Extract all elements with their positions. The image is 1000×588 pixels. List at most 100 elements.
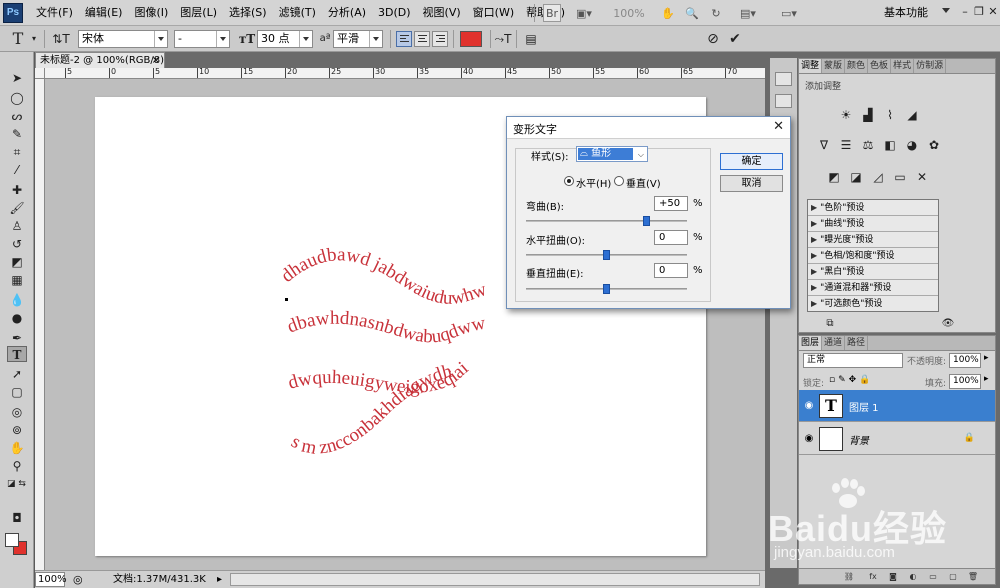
ruler-origin[interactable]: [35, 68, 45, 79]
arrange-documents-icon[interactable]: ▤▾: [735, 4, 761, 22]
default-colors-icon[interactable]: ◪ ⇆: [7, 476, 27, 492]
menu-view[interactable]: 视图(V): [417, 0, 467, 26]
horizontal-radio[interactable]: [564, 176, 574, 186]
tab-color[interactable]: 颜色: [845, 59, 869, 73]
layer-style-icon[interactable]: fx: [867, 571, 879, 582]
opacity-field[interactable]: 100%: [949, 353, 981, 368]
brush-tool-icon[interactable]: 🖌: [7, 200, 27, 216]
visibility-eye-icon[interactable]: ◉: [803, 400, 815, 411]
dodge-tool-icon[interactable]: ●: [7, 310, 27, 326]
dialog-titlebar[interactable]: 变形文字 ✕: [507, 117, 790, 139]
new-group-icon[interactable]: ▭: [927, 571, 939, 582]
menu-analysis[interactable]: 分析(A): [322, 0, 372, 26]
document-tab[interactable]: 未标题-2 @ 100%(RGB/8) ×: [35, 52, 165, 69]
eyedropper-tool-icon[interactable]: ⁄: [7, 162, 27, 178]
rotate-view-icon[interactable]: ↻: [708, 4, 724, 22]
cancel-edit-icon[interactable]: ⊘: [705, 30, 721, 48]
align-right-button[interactable]: [432, 31, 448, 47]
eraser-tool-icon[interactable]: ◩: [7, 254, 27, 270]
quick-select-tool-icon[interactable]: ✎: [7, 126, 27, 142]
add-mask-icon[interactable]: ◙: [887, 571, 899, 582]
invert-icon[interactable]: ◩: [825, 169, 843, 185]
vertical-radio[interactable]: [614, 176, 624, 186]
bend-slider[interactable]: [526, 220, 687, 222]
3d-orbit-tool-icon[interactable]: ⊚: [7, 422, 27, 438]
workspace-switcher[interactable]: 基本功能: [884, 0, 928, 26]
chevron-right-icon[interactable]: ▸: [984, 374, 989, 384]
menu-3d[interactable]: 3D(D): [372, 0, 417, 26]
tab-channels[interactable]: 通道: [822, 336, 846, 350]
new-adjustment-icon[interactable]: ◐: [907, 571, 919, 582]
actions-panel-icon[interactable]: [775, 94, 792, 108]
font-style-select[interactable]: -: [174, 30, 230, 48]
view-extras-icon[interactable]: ▣▾: [571, 4, 597, 22]
screen-mode-icon[interactable]: ▭▾: [776, 4, 802, 22]
menu-edit[interactable]: 编辑(E): [79, 0, 129, 26]
crop-tool-icon[interactable]: ⌗: [7, 144, 27, 160]
clip-icon[interactable]: ⧉: [821, 316, 839, 332]
chevron-down-icon[interactable]: [942, 8, 950, 13]
delete-layer-icon[interactable]: 🗑: [967, 571, 979, 582]
warp-style-select[interactable]: ⌓ 鱼形 ⌵: [576, 146, 648, 162]
tab-masks[interactable]: 蒙版: [822, 59, 846, 73]
photo-filter-icon[interactable]: ◕: [903, 137, 921, 153]
menu-select[interactable]: 选择(S): [223, 0, 273, 26]
horizontal-ruler[interactable]: 5051015202530354045505560657075: [45, 68, 765, 79]
tab-paths[interactable]: 路径: [845, 336, 869, 350]
3d-rotate-tool-icon[interactable]: ◎: [7, 404, 27, 420]
curves-icon[interactable]: ⌇: [881, 107, 899, 123]
menu-file[interactable]: 文件(F): [30, 0, 79, 26]
fill-field[interactable]: 100%: [949, 374, 981, 389]
chevron-right-icon[interactable]: ▸: [984, 353, 989, 363]
hue-saturation-icon[interactable]: ☰: [837, 137, 855, 153]
bridge-icon[interactable]: Br: [543, 4, 561, 22]
vibrance-icon[interactable]: ∇: [815, 137, 833, 153]
tab-swatches[interactable]: 色板: [868, 59, 892, 73]
levels-icon[interactable]: ▟: [859, 107, 877, 123]
text-color-swatch[interactable]: [460, 31, 482, 47]
brightness-icon[interactable]: ☀: [837, 107, 855, 123]
visibility-eye-icon[interactable]: ◉: [803, 433, 815, 444]
preset-channel-mixer[interactable]: ▶ "通道混和器"预设: [808, 280, 938, 296]
document-size[interactable]: 文档:1.37M/431.3K: [113, 571, 206, 588]
menu-image[interactable]: 图像(I): [128, 0, 174, 26]
shape-tool-icon[interactable]: ▢: [7, 384, 27, 400]
preset-levels[interactable]: ▶ "色阶"预设: [808, 200, 938, 216]
path-select-tool-icon[interactable]: ➚: [7, 366, 27, 382]
preset-exposure[interactable]: ▶ "曝光度"预设: [808, 232, 938, 248]
healing-brush-tool-icon[interactable]: ✚: [7, 182, 27, 198]
close-icon[interactable]: ✕: [773, 119, 784, 134]
tab-styles[interactable]: 样式: [891, 59, 915, 73]
font-size-select[interactable]: 30 点: [257, 30, 313, 48]
align-left-button[interactable]: [396, 31, 412, 47]
type-tool-icon[interactable]: T: [7, 346, 27, 362]
gradient-map-icon[interactable]: ▭: [891, 169, 909, 185]
tab-clone-source[interactable]: 仿制源: [914, 59, 947, 73]
menu-filter[interactable]: 滤镜(T): [273, 0, 322, 26]
new-layer-icon[interactable]: ▢: [947, 571, 959, 582]
close-icon[interactable]: ✕: [986, 5, 1000, 19]
vertical-ruler[interactable]: [35, 79, 45, 570]
exposure-icon[interactable]: ◢: [903, 107, 921, 123]
zoom-tool-icon[interactable]: ⚲: [7, 458, 27, 474]
zoom-level-readout[interactable]: 100%: [607, 4, 651, 22]
channel-mixer-icon[interactable]: ✿: [925, 137, 943, 153]
horizontal-distortion-slider-thumb[interactable]: [602, 250, 610, 260]
chevron-down-icon[interactable]: ▾: [30, 30, 38, 48]
selective-color-icon[interactable]: ✕: [913, 169, 931, 185]
close-icon[interactable]: ×: [152, 53, 160, 69]
cancel-button[interactable]: 取消: [720, 175, 783, 192]
preset-selective-color[interactable]: ▶ "可选颜色"预设: [808, 296, 938, 312]
hand-tool-icon[interactable]: ✋: [660, 4, 676, 22]
pen-tool-icon[interactable]: ✒: [7, 330, 27, 346]
vertical-distortion-slider-thumb[interactable]: [602, 284, 610, 294]
marquee-tool-icon[interactable]: ◯: [7, 90, 27, 106]
preset-hue-saturation[interactable]: ▶ "色相/饱和度"预设: [808, 248, 938, 264]
zoom-field[interactable]: 100%: [35, 572, 67, 587]
character-panel-icon[interactable]: ▤: [522, 30, 540, 48]
quick-mask-icon[interactable]: ◘: [7, 510, 27, 526]
threshold-icon[interactable]: ◿: [869, 169, 887, 185]
type-tool-preset-icon[interactable]: T: [6, 30, 30, 48]
align-center-button[interactable]: [414, 31, 430, 47]
anti-alias-select[interactable]: 平滑: [333, 30, 383, 48]
